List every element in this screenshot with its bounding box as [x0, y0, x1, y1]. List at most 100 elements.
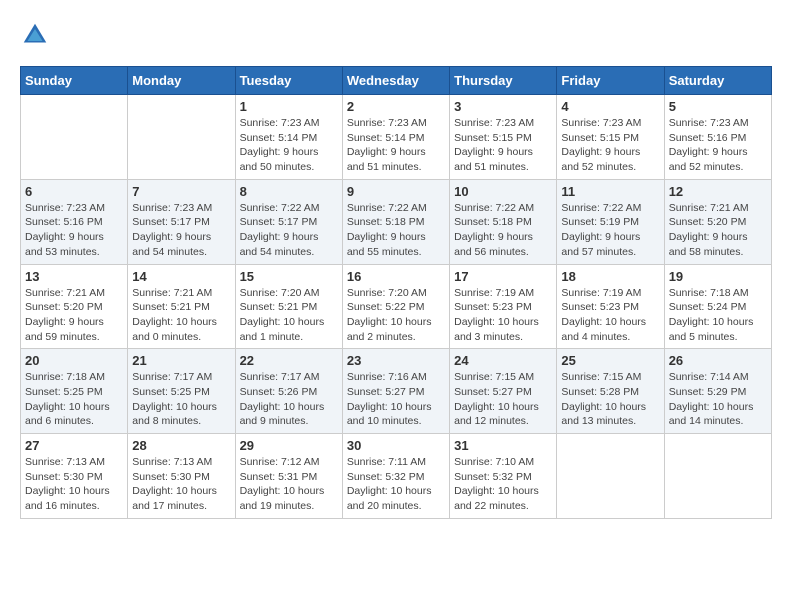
- day-info: Sunrise: 7:13 AM Sunset: 5:30 PM Dayligh…: [132, 455, 230, 514]
- calendar-week-3: 13Sunrise: 7:21 AM Sunset: 5:20 PM Dayli…: [21, 264, 772, 349]
- day-info: Sunrise: 7:16 AM Sunset: 5:27 PM Dayligh…: [347, 370, 445, 429]
- calendar-cell: 2 Sunrise: 7:23 AM Sunset: 5:14 PM Daylig…: [342, 95, 449, 180]
- calendar-cell: 17 Sunrise: 7:19 AM Sunset: 5:23 PM Dayli…: [450, 264, 557, 349]
- calendar-cell: 8Sunrise: 7:22 AM Sunset: 5:17 PM Daylig…: [235, 179, 342, 264]
- calendar-header-monday: Monday: [128, 67, 235, 95]
- calendar-cell: 16 Sunrise: 7:20 AM Sunset: 5:22 PM Dayli…: [342, 264, 449, 349]
- day-number: 24: [454, 353, 552, 368]
- calendar-cell: 3 Sunrise: 7:23 AM Sunset: 5:15 PM Daylig…: [450, 95, 557, 180]
- day-info: Sunrise: 7:19 AM Sunset: 5:23 PM Dayligh…: [454, 286, 552, 345]
- day-number: 15: [240, 269, 338, 284]
- day-info: Sunrise: 7:22 AM Sunset: 5:18 PM Dayligh…: [454, 201, 552, 260]
- calendar-header-thursday: Thursday: [450, 67, 557, 95]
- day-number: 25: [561, 353, 659, 368]
- day-info: Sunrise: 7:23 AM Sunset: 5:14 PM Dayligh…: [347, 116, 445, 175]
- day-number: 12: [669, 184, 767, 199]
- day-info: Sunrise: 7:23 AM Sunset: 5:17 PM Dayligh…: [132, 201, 230, 260]
- calendar-cell: 10 Sunrise: 7:22 AM Sunset: 5:18 PM Dayli…: [450, 179, 557, 264]
- day-number: 3: [454, 99, 552, 114]
- day-info: Sunrise: 7:23 AM Sunset: 5:15 PM Dayligh…: [561, 116, 659, 175]
- day-info: Sunrise: 7:23 AM Sunset: 5:14 PM Dayligh…: [240, 116, 338, 175]
- day-number: 29: [240, 438, 338, 453]
- day-number: 7: [132, 184, 230, 199]
- calendar-week-5: 27 Sunrise: 7:13 AM Sunset: 5:30 PM Dayli…: [21, 434, 772, 519]
- logo-icon: [20, 20, 50, 50]
- calendar-cell: 13Sunrise: 7:21 AM Sunset: 5:20 PM Dayli…: [21, 264, 128, 349]
- day-number: 1: [240, 99, 338, 114]
- day-info: Sunrise: 7:21 AM Sunset: 5:21 PM Dayligh…: [132, 286, 230, 345]
- day-number: 14: [132, 269, 230, 284]
- calendar-header-wednesday: Wednesday: [342, 67, 449, 95]
- day-info: Sunrise: 7:19 AM Sunset: 5:23 PM Dayligh…: [561, 286, 659, 345]
- day-number: 31: [454, 438, 552, 453]
- calendar-cell: 14 Sunrise: 7:21 AM Sunset: 5:21 PM Dayli…: [128, 264, 235, 349]
- day-number: 16: [347, 269, 445, 284]
- day-info: Sunrise: 7:22 AM Sunset: 5:19 PM Dayligh…: [561, 201, 659, 260]
- day-info: Sunrise: 7:17 AM Sunset: 5:25 PM Dayligh…: [132, 370, 230, 429]
- day-info: Sunrise: 7:15 AM Sunset: 5:27 PM Dayligh…: [454, 370, 552, 429]
- calendar-week-4: 20 Sunrise: 7:18 AM Sunset: 5:25 PM Dayli…: [21, 349, 772, 434]
- day-number: 21: [132, 353, 230, 368]
- calendar-cell: 23 Sunrise: 7:16 AM Sunset: 5:27 PM Dayli…: [342, 349, 449, 434]
- day-info: Sunrise: 7:10 AM Sunset: 5:32 PM Dayligh…: [454, 455, 552, 514]
- calendar-cell: 28 Sunrise: 7:13 AM Sunset: 5:30 PM Dayli…: [128, 434, 235, 519]
- day-info: Sunrise: 7:12 AM Sunset: 5:31 PM Dayligh…: [240, 455, 338, 514]
- day-number: 10: [454, 184, 552, 199]
- day-info: Sunrise: 7:23 AM Sunset: 5:16 PM Dayligh…: [669, 116, 767, 175]
- day-number: 27: [25, 438, 123, 453]
- calendar-cell: [557, 434, 664, 519]
- calendar-cell: 6 Sunrise: 7:23 AM Sunset: 5:16 PM Daylig…: [21, 179, 128, 264]
- day-number: 4: [561, 99, 659, 114]
- calendar-cell: [128, 95, 235, 180]
- logo: [20, 20, 54, 50]
- calendar-header-sunday: Sunday: [21, 67, 128, 95]
- day-info: Sunrise: 7:22 AM Sunset: 5:18 PM Dayligh…: [347, 201, 445, 260]
- day-info: Sunrise: 7:21 AM Sunset: 5:20 PM Dayligh…: [25, 286, 123, 345]
- calendar-header-saturday: Saturday: [664, 67, 771, 95]
- calendar-cell: 24 Sunrise: 7:15 AM Sunset: 5:27 PM Dayli…: [450, 349, 557, 434]
- day-number: 17: [454, 269, 552, 284]
- calendar-week-1: 1 Sunrise: 7:23 AM Sunset: 5:14 PM Daylig…: [21, 95, 772, 180]
- calendar-cell: 12 Sunrise: 7:21 AM Sunset: 5:20 PM Dayli…: [664, 179, 771, 264]
- calendar-week-2: 6 Sunrise: 7:23 AM Sunset: 5:16 PM Daylig…: [21, 179, 772, 264]
- calendar-cell: 21 Sunrise: 7:17 AM Sunset: 5:25 PM Dayli…: [128, 349, 235, 434]
- day-number: 18: [561, 269, 659, 284]
- day-number: 20: [25, 353, 123, 368]
- day-number: 19: [669, 269, 767, 284]
- day-number: 8: [240, 184, 338, 199]
- day-info: Sunrise: 7:14 AM Sunset: 5:29 PM Dayligh…: [669, 370, 767, 429]
- day-number: 26: [669, 353, 767, 368]
- day-info: Sunrise: 7:18 AM Sunset: 5:25 PM Dayligh…: [25, 370, 123, 429]
- day-number: 23: [347, 353, 445, 368]
- calendar-cell: 30 Sunrise: 7:11 AM Sunset: 5:32 PM Dayli…: [342, 434, 449, 519]
- calendar-header-tuesday: Tuesday: [235, 67, 342, 95]
- calendar-cell: 18 Sunrise: 7:19 AM Sunset: 5:23 PM Dayli…: [557, 264, 664, 349]
- day-info: Sunrise: 7:23 AM Sunset: 5:15 PM Dayligh…: [454, 116, 552, 175]
- calendar-header-friday: Friday: [557, 67, 664, 95]
- calendar-cell: 20 Sunrise: 7:18 AM Sunset: 5:25 PM Dayli…: [21, 349, 128, 434]
- calendar-cell: 27Sunrise: 7:13 AM Sunset: 5:30 PM Dayli…: [21, 434, 128, 519]
- day-info: Sunrise: 7:23 AM Sunset: 5:16 PM Dayligh…: [25, 201, 123, 260]
- calendar-cell: 19 Sunrise: 7:18 AM Sunset: 5:24 PM Dayli…: [664, 264, 771, 349]
- day-info: Sunrise: 7:11 AM Sunset: 5:32 PM Dayligh…: [347, 455, 445, 514]
- day-info: Sunrise: 7:21 AM Sunset: 5:20 PM Dayligh…: [669, 201, 767, 260]
- calendar-cell: 5 Sunrise: 7:23 AM Sunset: 5:16 PM Daylig…: [664, 95, 771, 180]
- day-number: 6: [25, 184, 123, 199]
- calendar-cell: [21, 95, 128, 180]
- day-number: 11: [561, 184, 659, 199]
- calendar-cell: 31 Sunrise: 7:10 AM Sunset: 5:32 PM Dayli…: [450, 434, 557, 519]
- calendar-cell: 29 Sunrise: 7:12 AM Sunset: 5:31 PM Dayli…: [235, 434, 342, 519]
- calendar-cell: 25Sunrise: 7:15 AM Sunset: 5:28 PM Dayli…: [557, 349, 664, 434]
- calendar-table: SundayMondayTuesdayWednesdayThursdayFrid…: [20, 66, 772, 519]
- day-info: Sunrise: 7:20 AM Sunset: 5:21 PM Dayligh…: [240, 286, 338, 345]
- day-number: 5: [669, 99, 767, 114]
- calendar-cell: 9Sunrise: 7:22 AM Sunset: 5:18 PM Daylig…: [342, 179, 449, 264]
- day-number: 28: [132, 438, 230, 453]
- day-info: Sunrise: 7:20 AM Sunset: 5:22 PM Dayligh…: [347, 286, 445, 345]
- calendar-cell: 1 Sunrise: 7:23 AM Sunset: 5:14 PM Daylig…: [235, 95, 342, 180]
- day-number: 30: [347, 438, 445, 453]
- calendar-cell: 4 Sunrise: 7:23 AM Sunset: 5:15 PM Daylig…: [557, 95, 664, 180]
- day-info: Sunrise: 7:18 AM Sunset: 5:24 PM Dayligh…: [669, 286, 767, 345]
- calendar-cell: 15 Sunrise: 7:20 AM Sunset: 5:21 PM Dayli…: [235, 264, 342, 349]
- day-number: 2: [347, 99, 445, 114]
